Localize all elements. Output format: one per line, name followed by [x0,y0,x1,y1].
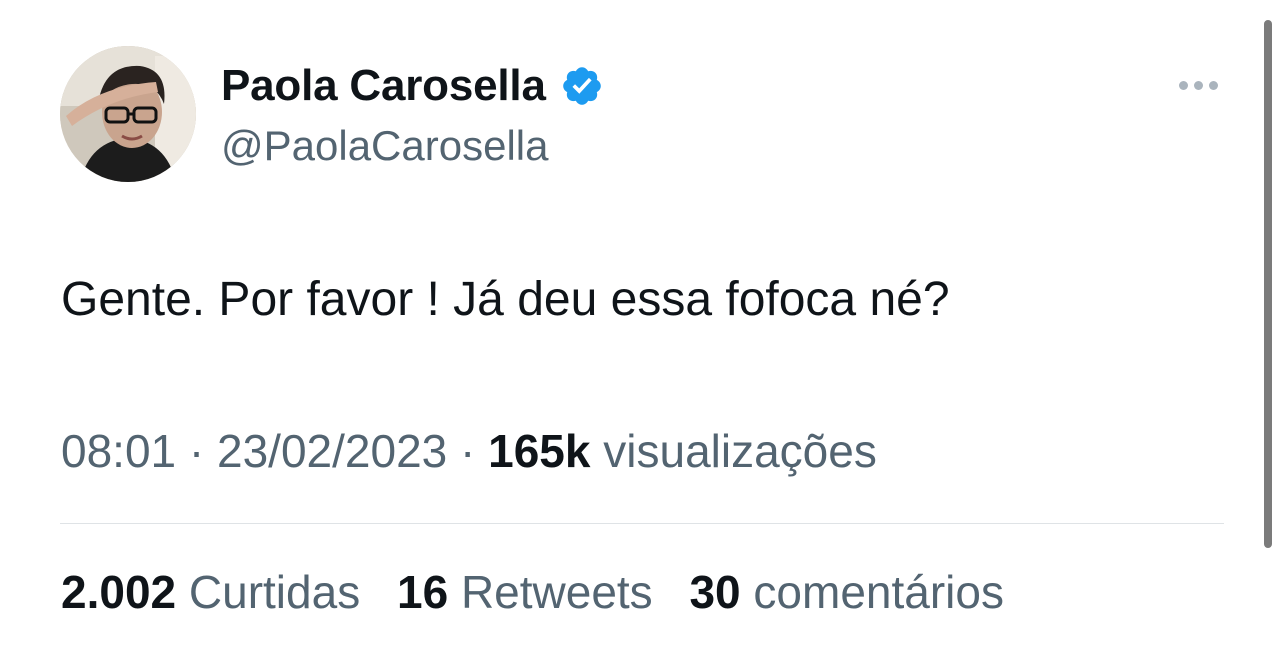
views-count[interactable]: 165k [488,425,590,477]
likes-label: Curtidas [188,566,361,618]
scrollbar[interactable] [1264,20,1272,548]
divider [60,523,1224,524]
author-name-row: Paola Carosella [221,58,604,114]
retweets-count: 16 [396,566,449,618]
tweet-stats: 2.002 Curtidas 16 Retweets 30 comentário… [61,565,1028,619]
dot-icon [1178,80,1188,90]
comments-stat[interactable]: 30 comentários [689,566,1004,618]
more-options-icon[interactable] [1170,70,1226,100]
meta-separator: · [460,425,476,477]
views-label[interactable]: visualizações [603,425,877,477]
tweet-date[interactable]: 23/02/2023 [217,425,447,477]
dot-icon [1193,80,1203,90]
avatar[interactable] [60,46,196,182]
likes-stat[interactable]: 2.002 Curtidas [61,566,360,618]
comments-label: comentários [753,566,1004,618]
author-handle[interactable]: @PaolaCarosella [221,122,548,170]
meta-separator: · [188,425,205,477]
retweets-label: Retweets [460,566,653,618]
verified-badge-icon [560,64,604,108]
retweets-stat[interactable]: 16 Retweets [397,566,653,618]
tweet-text: Gente. Por favor ! Já deu essa fofoca né… [61,273,950,326]
author-display-name[interactable]: Paola Carosella [221,61,546,111]
tweet-meta: 08:01 · 23/02/2023 · 165k visualizações [61,424,877,478]
dot-icon [1208,80,1218,90]
profile-photo-icon [60,46,196,182]
tweet-card: Paola Carosella @PaolaCarosella Gente. P… [0,0,1276,655]
likes-count: 2.002 [61,566,177,618]
tweet-time[interactable]: 08:01 [61,425,176,477]
comments-count: 30 [689,566,741,618]
